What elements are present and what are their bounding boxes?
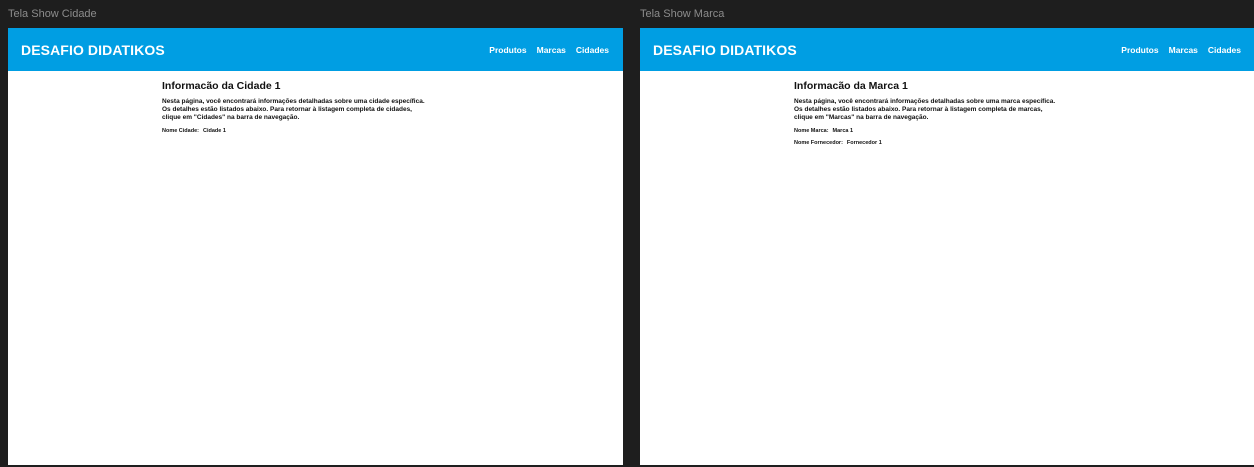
- brand-logo[interactable]: DESAFIO DIDATIKOS: [653, 42, 797, 58]
- description-line: clique em "Marcas" na barra de navegação…: [794, 114, 929, 121]
- description-line: Os detalhes estão listados abaixo. Para …: [162, 106, 412, 113]
- field-nome-marca: Nome Marca: Marca 1: [794, 128, 1254, 134]
- nav-link-cidades[interactable]: Cidades: [576, 45, 609, 55]
- nav-link-produtos[interactable]: Produtos: [489, 45, 526, 55]
- frame-show-cidade: DESAFIO DIDATIKOS Produtos Marcas Cidade…: [8, 28, 623, 465]
- description-line: clique em "Cidades" na barra de navegaçã…: [162, 114, 300, 121]
- page-description: Nesta página, você encontrará informaçõe…: [162, 98, 623, 122]
- nav-link-marcas[interactable]: Marcas: [1169, 45, 1198, 55]
- page-title: Informacão da Cidade 1: [162, 80, 281, 92]
- field-label: Nome Cidade:: [162, 128, 199, 134]
- nav-links: Produtos Marcas Cidades: [1121, 45, 1254, 55]
- nav-link-cidades[interactable]: Cidades: [1208, 45, 1241, 55]
- frame-label-marca[interactable]: Tela Show Marca: [640, 8, 724, 20]
- brand-logo[interactable]: DESAFIO DIDATIKOS: [21, 42, 165, 58]
- nav-link-marcas[interactable]: Marcas: [537, 45, 566, 55]
- field-nome-fornecedor: Nome Fornecedor: Fornecedor 1: [794, 140, 1254, 146]
- design-canvas: Tela Show Cidade DESAFIO DIDATIKOS Produ…: [0, 0, 1254, 467]
- field-value: Marca 1: [832, 128, 854, 134]
- description-line: Nesta página, você encontrará informaçõe…: [794, 98, 1056, 105]
- navbar: DESAFIO DIDATIKOS Produtos Marcas Cidade…: [640, 28, 1254, 71]
- field-value: Cidade 1: [202, 128, 226, 134]
- nav-links: Produtos Marcas Cidades: [489, 45, 623, 55]
- field-value: Fornecedor 1: [846, 140, 882, 146]
- page-title: Informacão da Marca 1: [794, 80, 908, 92]
- field-label: Nome Marca:: [794, 128, 829, 134]
- field-label: Nome Fornecedor:: [794, 140, 843, 146]
- page-content: Informacão da Cidade 1 Nesta página, voc…: [8, 71, 623, 134]
- field-nome-cidade: Nome Cidade: Cidade 1: [162, 128, 623, 134]
- description-line: Os detalhes estão listados abaixo. Para …: [794, 106, 1043, 113]
- frame-show-marca: DESAFIO DIDATIKOS Produtos Marcas Cidade…: [640, 28, 1254, 465]
- description-line: Nesta página, você encontrará informaçõe…: [162, 98, 425, 105]
- navbar: DESAFIO DIDATIKOS Produtos Marcas Cidade…: [8, 28, 623, 71]
- nav-link-produtos[interactable]: Produtos: [1121, 45, 1158, 55]
- frame-label-cidade[interactable]: Tela Show Cidade: [8, 8, 97, 20]
- page-content: Informacão da Marca 1 Nesta página, você…: [640, 71, 1254, 146]
- page-description: Nesta página, você encontrará informaçõe…: [794, 98, 1254, 122]
